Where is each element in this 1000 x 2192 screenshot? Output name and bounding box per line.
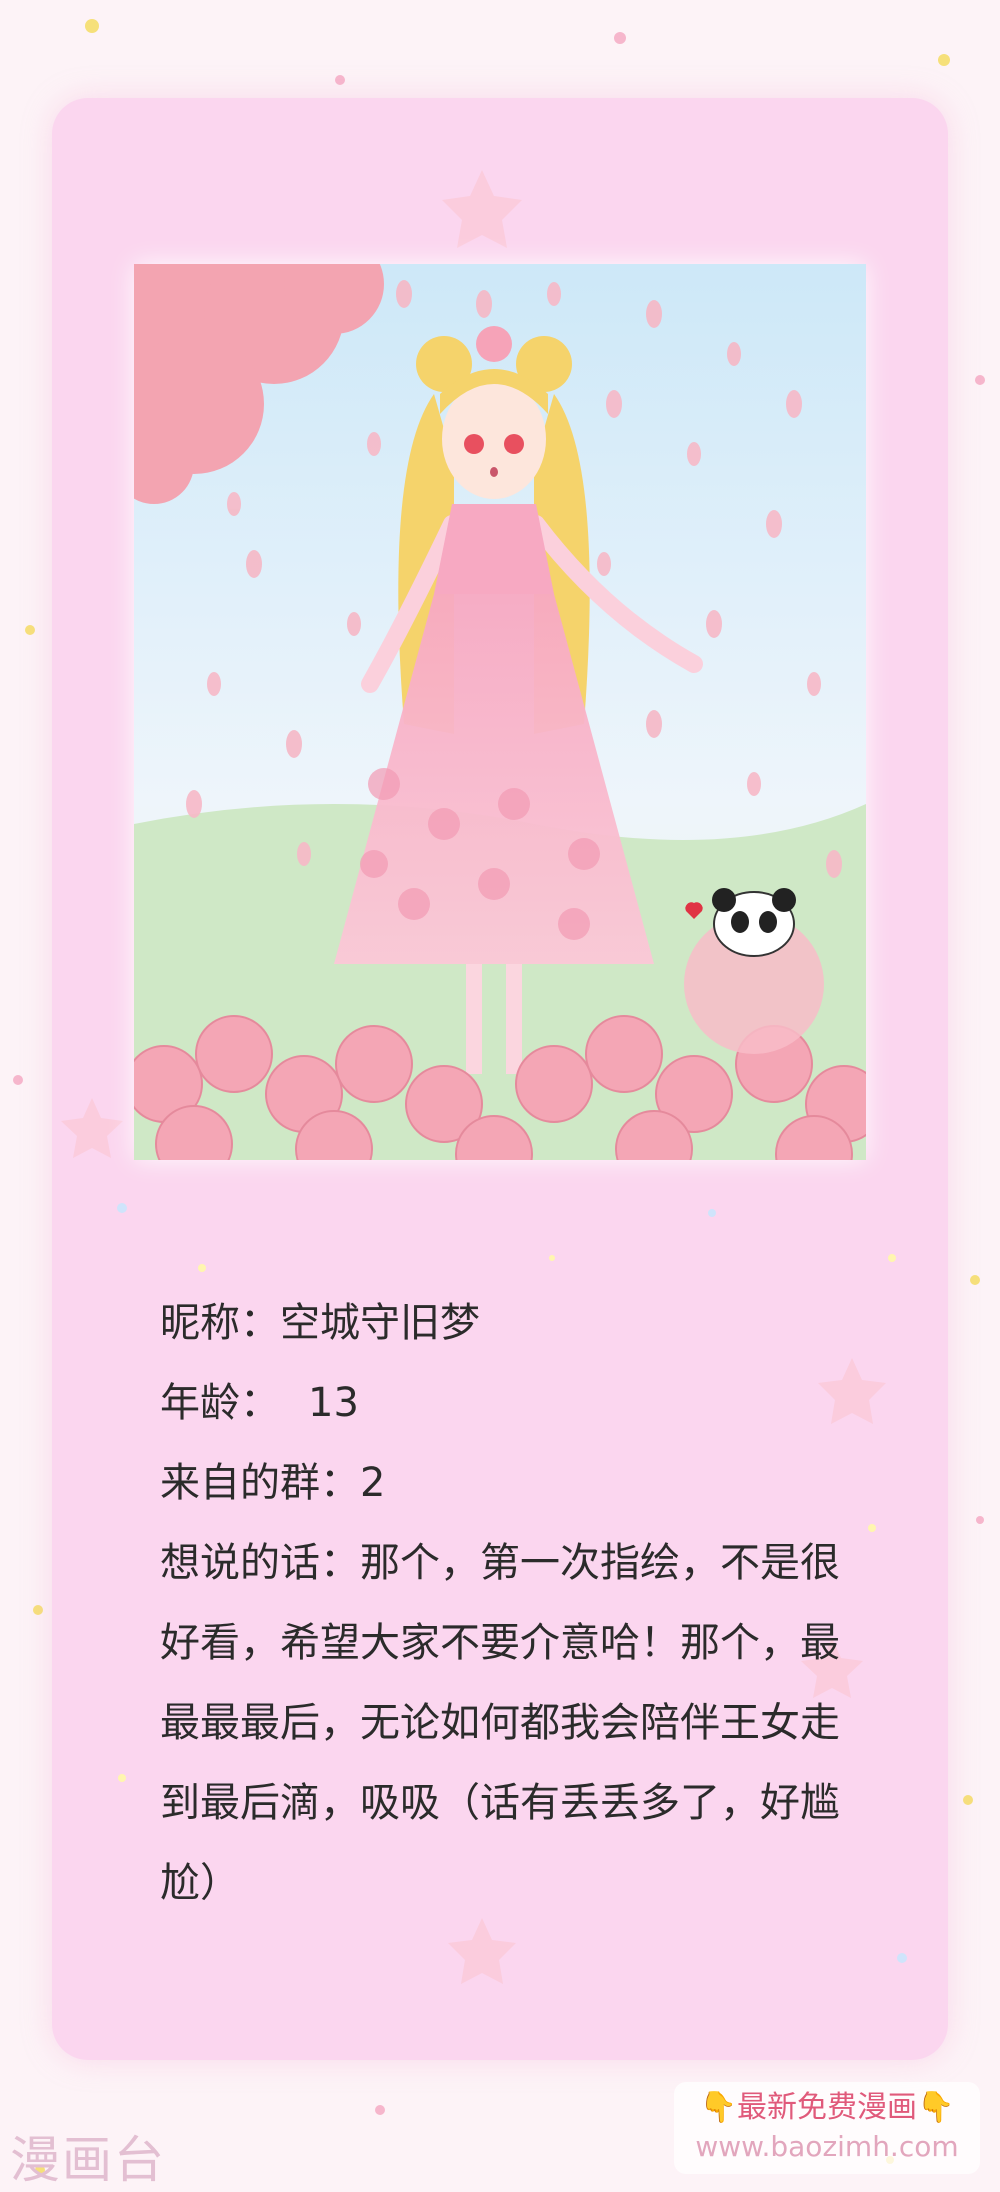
- pointing-down-icon: 👇: [699, 2090, 737, 2125]
- promo-title: 最新免费漫画: [737, 2090, 917, 2125]
- profile-card: 昵称：空城守旧梦 年龄： 13 来自的群：2 想说的话：那个，第一次指绘，不是很好…: [52, 98, 948, 2060]
- age-label: 年龄：: [160, 1380, 280, 1426]
- nickname-label: 昵称：: [160, 1300, 280, 1346]
- age-value: 13: [308, 1380, 359, 1426]
- pointing-down-icon: 👇: [917, 2090, 955, 2125]
- promo-url[interactable]: www.baozimh.com: [674, 2128, 980, 2166]
- nickname-value: 空城守旧梦: [280, 1300, 480, 1346]
- group-label: 来自的群：: [160, 1460, 360, 1506]
- nickname-row: 昵称：空城守旧梦: [160, 1283, 860, 1363]
- message-text: 那个，第一次指绘，不是很好看，希望大家不要介意哈！那个，最最最最后，无论如何都我…: [160, 1540, 840, 1906]
- fan-art-illustration: [134, 264, 866, 1160]
- message-label: 想说的话：: [160, 1540, 360, 1586]
- group-row: 来自的群：2: [160, 1443, 860, 1523]
- age-row: 年龄： 13: [160, 1363, 860, 1443]
- message-row: 想说的话：那个，第一次指绘，不是很好看，希望大家不要介意哈！那个，最最最最后，无…: [160, 1523, 860, 1923]
- profile-info: 昵称：空城守旧梦 年龄： 13 来自的群：2 想说的话：那个，第一次指绘，不是很好…: [160, 1283, 860, 1923]
- promo-title-row: 👇最新免费漫画👇: [674, 2088, 980, 2128]
- site-watermark: 漫画台: [10, 2131, 166, 2189]
- group-value: 2: [360, 1460, 386, 1506]
- promo-banner[interactable]: 👇最新免费漫画👇 www.baozimh.com: [674, 2082, 980, 2174]
